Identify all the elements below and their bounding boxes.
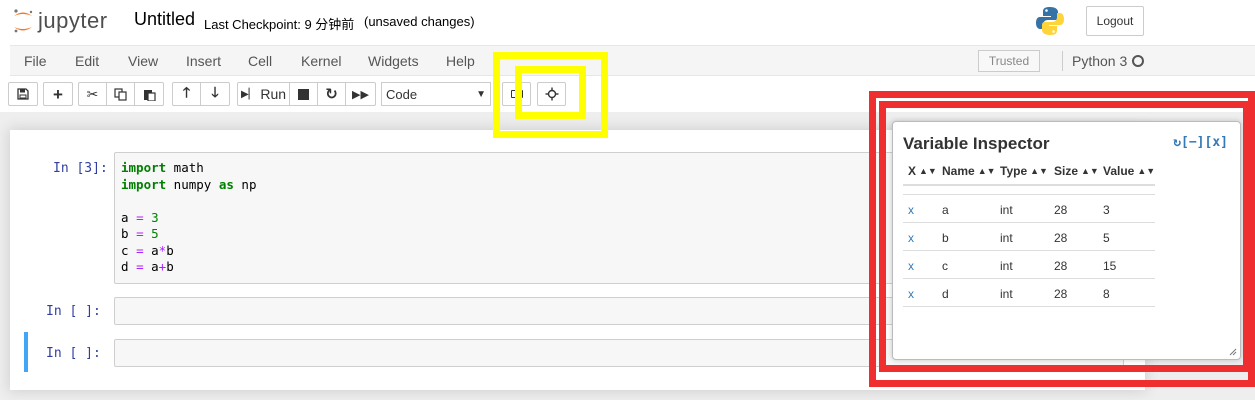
restart-icon: ↻ <box>325 86 338 103</box>
copy-icon <box>114 87 127 101</box>
highlight-box-red-inner <box>879 101 1250 372</box>
code-token: as <box>218 176 234 192</box>
plus-icon: + <box>53 84 63 104</box>
jupyter-logo-icon <box>14 9 33 33</box>
cell-type-select[interactable]: Code ▼ <box>381 82 491 106</box>
chevron-down-icon: ▼ <box>476 89 486 100</box>
menu-edit[interactable]: Edit <box>75 53 99 69</box>
arrow-up-icon: 🡑 <box>182 84 191 100</box>
code-token: c <box>121 242 137 258</box>
cell-3-prompt: In [ ]: <box>46 346 101 361</box>
autosave-status: (unsaved changes) <box>364 14 475 29</box>
copy-button[interactable] <box>106 82 135 106</box>
trusted-indicator[interactable]: Trusted <box>978 50 1040 72</box>
menubar: File Edit View Insert Cell Kernel Widget… <box>10 45 1255 76</box>
cell-1-prompt: In [3]: <box>53 161 108 176</box>
cut-button[interactable]: ✂ <box>78 82 107 106</box>
menu-cell[interactable]: Cell <box>248 53 272 69</box>
stop-icon <box>298 88 309 100</box>
restart-run-all-button[interactable]: ▶▶ <box>345 82 376 106</box>
restart-button[interactable]: ↻ <box>317 82 346 106</box>
jupyter-logo-text: jupyter <box>38 8 108 33</box>
menu-help[interactable]: Help <box>446 53 475 69</box>
logout-button[interactable]: Logout <box>1086 6 1144 36</box>
kernel-name: Python 3 <box>1072 53 1128 69</box>
code-token: b <box>166 242 174 258</box>
code-token: 3 <box>151 209 159 225</box>
menu-widgets[interactable]: Widgets <box>368 53 419 69</box>
menu-insert[interactable]: Insert <box>186 53 221 69</box>
code-token: = <box>136 242 144 258</box>
code-token: = <box>136 259 144 274</box>
cut-icon: ✂ <box>86 85 99 102</box>
code-token: a <box>143 242 159 258</box>
code-token: b <box>121 226 137 241</box>
arrow-down-icon: 🡓 <box>211 84 219 100</box>
code-token: math <box>166 160 204 175</box>
code-token: 5 <box>151 226 159 241</box>
code-token: import <box>121 160 167 175</box>
selected-cell-indicator <box>24 332 28 372</box>
notebook-name[interactable]: Untitled <box>134 9 195 30</box>
run-label: Run <box>260 86 287 102</box>
save-icon <box>17 88 29 100</box>
move-down-button[interactable]: 🡓 <box>200 82 230 106</box>
highlight-box-yellow-inner <box>515 66 586 119</box>
move-up-button[interactable]: 🡑 <box>172 82 201 106</box>
code-token: b <box>166 259 174 274</box>
code-token: a <box>121 209 137 225</box>
save-button[interactable] <box>8 82 38 106</box>
python-logo-icon <box>1036 7 1064 35</box>
fast-forward-icon: ▶▶ <box>352 88 369 101</box>
cell-2-prompt: In [ ]: <box>46 304 101 319</box>
paste-button[interactable] <box>134 82 164 106</box>
jupyter-logo[interactable]: jupyter <box>12 6 108 36</box>
interrupt-button[interactable] <box>289 82 318 106</box>
code-token: = <box>136 209 144 225</box>
menu-kernel[interactable]: Kernel <box>301 53 341 69</box>
menu-file[interactable]: File <box>24 53 47 69</box>
code-token: = <box>136 226 144 241</box>
code-token: numpy <box>166 176 219 192</box>
run-icon: ▶▏ <box>240 88 257 100</box>
cell-type-value: Code <box>386 86 418 102</box>
paste-icon <box>143 89 156 101</box>
run-button[interactable]: ▶▏ Run <box>237 82 290 106</box>
menu-view[interactable]: View <box>128 53 158 69</box>
code-token: np <box>233 176 257 192</box>
code-token: a <box>143 259 159 274</box>
code-token: import <box>121 176 167 192</box>
insert-cell-button[interactable]: + <box>43 82 73 106</box>
kernel-idle-indicator <box>1132 55 1144 67</box>
code-token: d <box>121 259 137 274</box>
kernel-separator <box>1062 51 1063 71</box>
checkpoint-status: Last Checkpoint: 9 分钟前 <box>204 17 355 32</box>
